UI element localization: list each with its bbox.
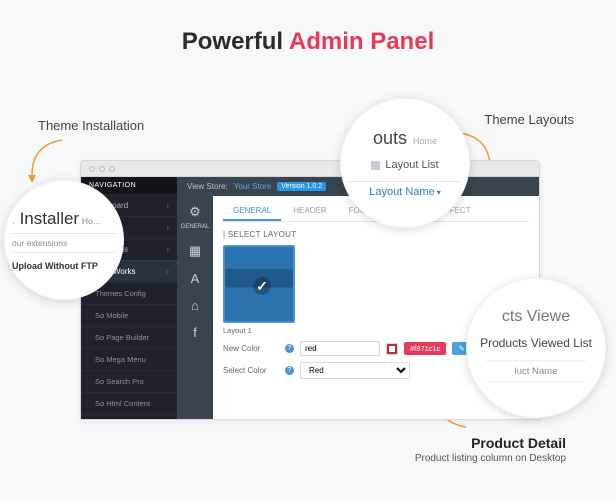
font-icon[interactable]: A bbox=[191, 271, 200, 286]
tag-icon[interactable]: ⌂ bbox=[191, 298, 199, 313]
square-icon bbox=[371, 161, 380, 170]
callout-layouts: Theme Layouts bbox=[484, 112, 574, 127]
magnifier-installer: . Installer Ho… our extensions Upload Wi… bbox=[4, 180, 124, 300]
tab-general[interactable]: GENERAL bbox=[223, 202, 281, 221]
icon-column: ⚙ GENERAL ▦ A ⌂ f bbox=[177, 196, 213, 419]
nav-item-so-mega-menu[interactable]: So Mega Menu bbox=[81, 348, 177, 370]
callout-product-sub: Product listing column on Desktop bbox=[415, 453, 566, 464]
select-layout-title: | SELECT LAYOUT bbox=[223, 230, 529, 239]
nav-item-so-search-pro[interactable]: So Search Pro bbox=[81, 370, 177, 392]
social-icon[interactable]: f bbox=[193, 325, 197, 340]
product-title-frag: cts Viewe bbox=[474, 308, 598, 326]
store-link[interactable]: Your Store bbox=[234, 182, 272, 191]
callout-installation: Theme Installation bbox=[38, 118, 144, 133]
new-color-label: New Color bbox=[223, 344, 279, 353]
view-store-label: View Store: bbox=[187, 182, 228, 191]
hex-badge: #f871c1c bbox=[404, 342, 446, 355]
arrow-installation bbox=[22, 135, 72, 185]
product-row-frag: luct Name bbox=[474, 366, 598, 377]
layout-list-label: Layout List bbox=[385, 159, 438, 171]
admin-window: NAVIGATION DashboardCatalogExtensionsenC… bbox=[80, 160, 540, 420]
version-badge: Version 1.0.2 bbox=[277, 182, 326, 191]
tab-header[interactable]: HEADER bbox=[283, 202, 336, 221]
nav-item-so-mobile[interactable]: So Mobile bbox=[81, 304, 177, 326]
help-icon-2[interactable]: ? bbox=[285, 366, 294, 375]
page-heading: Powerful Admin Panel bbox=[0, 0, 616, 56]
window-dot-min[interactable] bbox=[99, 166, 105, 172]
installer-title: Installer bbox=[20, 209, 80, 228]
window-titlebar bbox=[81, 161, 539, 177]
installer-trail: Ho… bbox=[82, 216, 101, 226]
color-swatch[interactable] bbox=[386, 343, 398, 355]
nav-item-so-html-content[interactable]: So Html Content bbox=[81, 392, 177, 414]
installer-note: Upload Without FTP bbox=[12, 261, 116, 271]
heading-part2: Admin Panel bbox=[289, 28, 434, 55]
installer-list: our extensions bbox=[12, 238, 116, 248]
window-dot-max[interactable] bbox=[109, 166, 115, 172]
layout-name-link[interactable]: Layout Name bbox=[369, 186, 434, 198]
window-dot-close[interactable] bbox=[89, 166, 95, 172]
iconcol-label: GENERAL bbox=[181, 224, 210, 231]
nav-item-so-page-builder[interactable]: So Page Builder bbox=[81, 326, 177, 348]
layout-thumbnail[interactable] bbox=[223, 245, 295, 323]
layouts-home: Home bbox=[413, 136, 437, 146]
select-color-dropdown[interactable]: Red bbox=[300, 362, 410, 379]
select-color-label: Select Color bbox=[223, 366, 279, 375]
new-color-input[interactable] bbox=[300, 341, 380, 356]
callout-product: Product Detail Product listing column on… bbox=[415, 435, 566, 464]
magnifier-layouts: outs Home Layout List Layout Name▾ bbox=[340, 98, 470, 228]
nav-item-so-home-slider[interactable]: So Home Slider bbox=[81, 414, 177, 420]
chevron-down-icon: ▾ bbox=[437, 188, 441, 197]
layout-icon[interactable]: ▦ bbox=[189, 243, 201, 259]
callout-product-title: Product Detail bbox=[471, 435, 566, 451]
layouts-title-frag: outs bbox=[373, 128, 407, 149]
magnifier-product: cts Viewe Products Viewed List luct Name bbox=[466, 278, 606, 418]
heading-part1: Powerful bbox=[182, 28, 289, 55]
installer-leading: . bbox=[12, 216, 20, 227]
help-icon[interactable]: ? bbox=[285, 344, 294, 353]
product-list-label: Products Viewed List bbox=[474, 336, 598, 350]
gear-icon[interactable]: ⚙ bbox=[189, 204, 201, 220]
